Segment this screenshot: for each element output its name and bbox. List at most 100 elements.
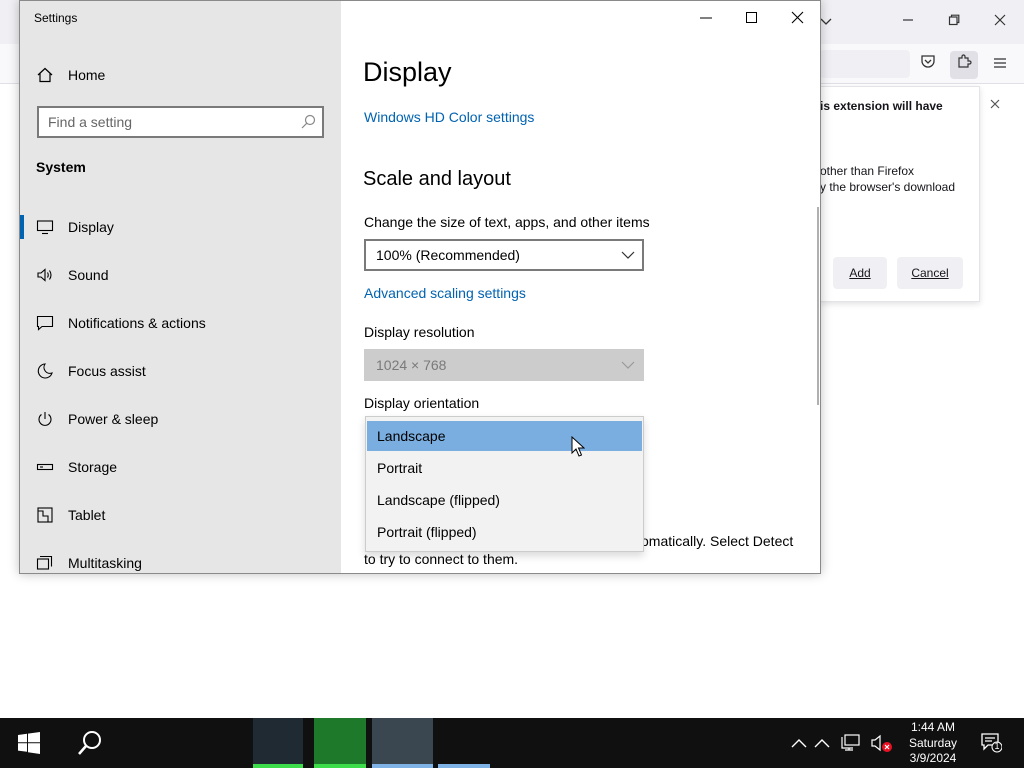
storage-icon <box>36 463 54 471</box>
cancel-button[interactable]: Cancel <box>897 257 963 289</box>
firefox-restore-button[interactable] <box>940 8 968 36</box>
app-active-indicator <box>314 764 366 768</box>
volume-muted-icon[interactable] <box>870 733 894 753</box>
orientation-label: Display orientation <box>364 395 480 411</box>
resolution-dropdown: 1024 × 768 <box>364 349 644 381</box>
mouse-cursor-icon <box>571 436 585 457</box>
scale-value: 100% (Recommended) <box>376 247 520 263</box>
sidebar-item-label: Display <box>68 219 114 235</box>
sidebar-item-tablet[interactable]: Tablet <box>20 491 341 539</box>
sidebar-item-power-sleep[interactable]: Power & sleep <box>20 395 341 443</box>
message-icon <box>36 315 54 331</box>
monitor-icon <box>36 220 54 235</box>
action-center-button[interactable]: 1 <box>980 731 1003 753</box>
orientation-dropdown-list: Landscape Portrait Landscape (flipped) P… <box>365 416 644 552</box>
minimize-button[interactable] <box>683 5 729 31</box>
page-title: Display <box>363 57 452 87</box>
taskbar-search-icon[interactable] <box>76 729 104 757</box>
window-title: Settings <box>34 11 78 25</box>
sidebar-item-multitasking[interactable]: Multitasking <box>20 539 341 573</box>
notification-count: 1 <box>994 741 1000 751</box>
orientation-option-landscape[interactable]: Landscape <box>367 421 642 451</box>
panel-close-icon[interactable] <box>990 96 1000 112</box>
sidebar-item-sound[interactable]: Sound <box>20 251 341 299</box>
orientation-option-landscape-flipped[interactable]: Landscape (flipped) <box>367 485 642 515</box>
scale-layout-heading: Scale and layout <box>363 168 511 190</box>
section-label: System <box>36 159 86 175</box>
taskbar-clock[interactable]: 1:44 AM Saturday 3/9/2024 <box>903 720 963 767</box>
sidebar-item-notifications[interactable]: Notifications & actions <box>20 299 341 347</box>
main-scrollbar[interactable] <box>817 207 819 405</box>
orientation-option-portrait[interactable]: Portrait <box>367 453 642 483</box>
sidebar-item-label: Focus assist <box>68 363 146 379</box>
moon-icon <box>37 363 53 379</box>
settings-main-pane: Display Windows HD Color settings Scale … <box>341 1 820 573</box>
settings-window: Settings Home Find a setting System Disp… <box>19 0 821 574</box>
scale-dropdown[interactable]: 100% (Recommended) <box>364 239 644 271</box>
extensions-puzzle-icon[interactable] <box>950 51 978 79</box>
search-icon <box>301 114 316 129</box>
sidebar-item-label: Sound <box>68 267 109 283</box>
sidebar-item-label: Tablet <box>68 507 106 523</box>
close-icon <box>791 11 804 24</box>
windows-start-icon[interactable] <box>18 732 40 754</box>
chevron-down-icon <box>621 251 635 259</box>
tablet-icon <box>37 507 53 523</box>
taskbar-app-2[interactable] <box>314 718 366 768</box>
pocket-icon[interactable] <box>914 51 942 79</box>
search-placeholder: Find a setting <box>48 114 133 130</box>
minimize-icon <box>700 17 712 19</box>
search-input[interactable]: Find a setting <box>37 106 324 138</box>
detect-description-line-1: omatically. Select Detect <box>641 533 794 549</box>
home-icon <box>37 67 53 83</box>
scale-label: Change the size of text, apps, and other… <box>364 214 650 230</box>
maximize-icon <box>746 12 757 23</box>
menu-hamburger-icon[interactable] <box>986 51 1014 79</box>
clock-date: 3/9/2024 <box>909 751 957 765</box>
taskbar: 1:44 AM Saturday 3/9/2024 1 <box>0 718 1024 768</box>
resolution-value: 1024 × 768 <box>376 357 447 373</box>
show-hidden-icons-icon[interactable] <box>812 733 832 753</box>
sidebar-item-label: Storage <box>68 459 118 475</box>
sidebar-item-label: Notifications & actions <box>68 315 206 331</box>
multitasking-icon <box>36 555 53 570</box>
sidebar-item-label: Power & sleep <box>68 411 159 427</box>
sidebar-item-label: Multitasking <box>68 555 142 571</box>
sidebar-item-display[interactable]: Display <box>20 203 341 251</box>
chevron-down-icon <box>621 361 635 369</box>
app-active-indicator <box>372 764 433 768</box>
clock-day: Saturday <box>908 735 958 750</box>
settings-sidebar: Settings Home Find a setting System Disp… <box>20 1 341 573</box>
extension-install-panel: is extension will have other than Firefo… <box>820 86 980 302</box>
chevron-up-icon[interactable] <box>789 733 809 753</box>
hd-color-settings-link[interactable]: Windows HD Color settings <box>364 109 534 125</box>
sidebar-item-focus-assist[interactable]: Focus assist <box>20 347 341 395</box>
panel-body-line: y the browser's download <box>820 180 956 194</box>
taskbar-app-settings[interactable] <box>372 718 433 768</box>
panel-body-line: other than Firefox <box>820 164 915 178</box>
firefox-minimize-button[interactable] <box>894 8 922 36</box>
add-button[interactable]: Add <box>833 257 887 289</box>
app-active-indicator <box>438 764 490 768</box>
home-label: Home <box>68 67 106 83</box>
speaker-icon <box>37 268 52 282</box>
sidebar-item-storage[interactable]: Storage <box>20 443 341 491</box>
advanced-scaling-link[interactable]: Advanced scaling settings <box>364 285 526 301</box>
taskbar-app-1[interactable] <box>253 718 303 768</box>
panel-title: is extension will have <box>820 99 943 113</box>
close-button[interactable] <box>775 5 820 31</box>
power-icon <box>38 412 52 426</box>
taskbar-app-4[interactable] <box>438 718 490 768</box>
app-active-indicator <box>253 764 303 768</box>
desktop: is extension will have other than Firefo… <box>0 0 1024 718</box>
detect-description-line-2: to try to connect to them. <box>364 551 519 567</box>
firefox-close-button[interactable] <box>986 8 1014 36</box>
resolution-label: Display resolution <box>364 324 475 340</box>
maximize-button[interactable] <box>729 5 775 31</box>
orientation-option-portrait-flipped[interactable]: Portrait (flipped) <box>367 517 642 547</box>
system-nav-list: Display Sound Notifications & actions Fo… <box>20 203 341 573</box>
home-nav-item[interactable]: Home <box>36 63 105 87</box>
firefox-url-bar[interactable] <box>820 50 910 78</box>
panel-body: other than Firefox y the browser's downl… <box>820 163 980 195</box>
network-icon[interactable] <box>841 733 861 753</box>
